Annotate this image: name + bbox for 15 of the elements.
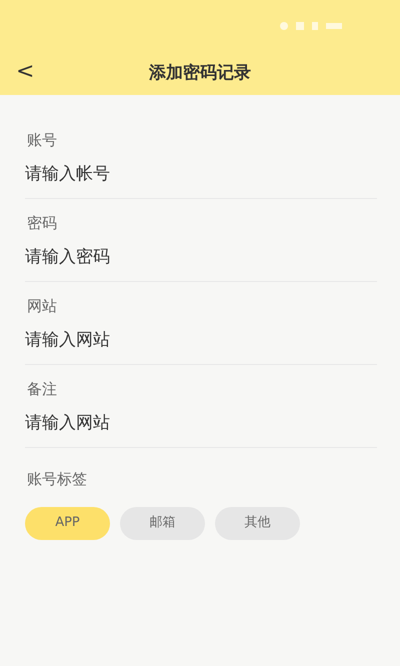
input-field[interactable]: 请输入网站: [25, 322, 377, 358]
field-label: 账号: [26, 130, 58, 150]
input-field[interactable]: 请输入密码: [25, 239, 377, 275]
input-field[interactable]: 请输入帐号: [25, 156, 377, 192]
page-title: 添加密码记录: [149, 62, 251, 85]
battery-icon: [326, 23, 342, 29]
tag-chip[interactable]: 其他: [215, 506, 300, 540]
field-label: 网站: [26, 296, 58, 316]
field-label: 密码: [26, 213, 58, 233]
tag-chip[interactable]: 邮箱: [120, 506, 205, 540]
input-field[interactable]: 请输入网站: [25, 405, 377, 441]
back-button[interactable]: <: [16, 61, 34, 83]
field-label: 备注: [26, 379, 58, 399]
tags-label: 账号标签: [26, 469, 88, 490]
tag-chip[interactable]: APP: [25, 506, 110, 540]
